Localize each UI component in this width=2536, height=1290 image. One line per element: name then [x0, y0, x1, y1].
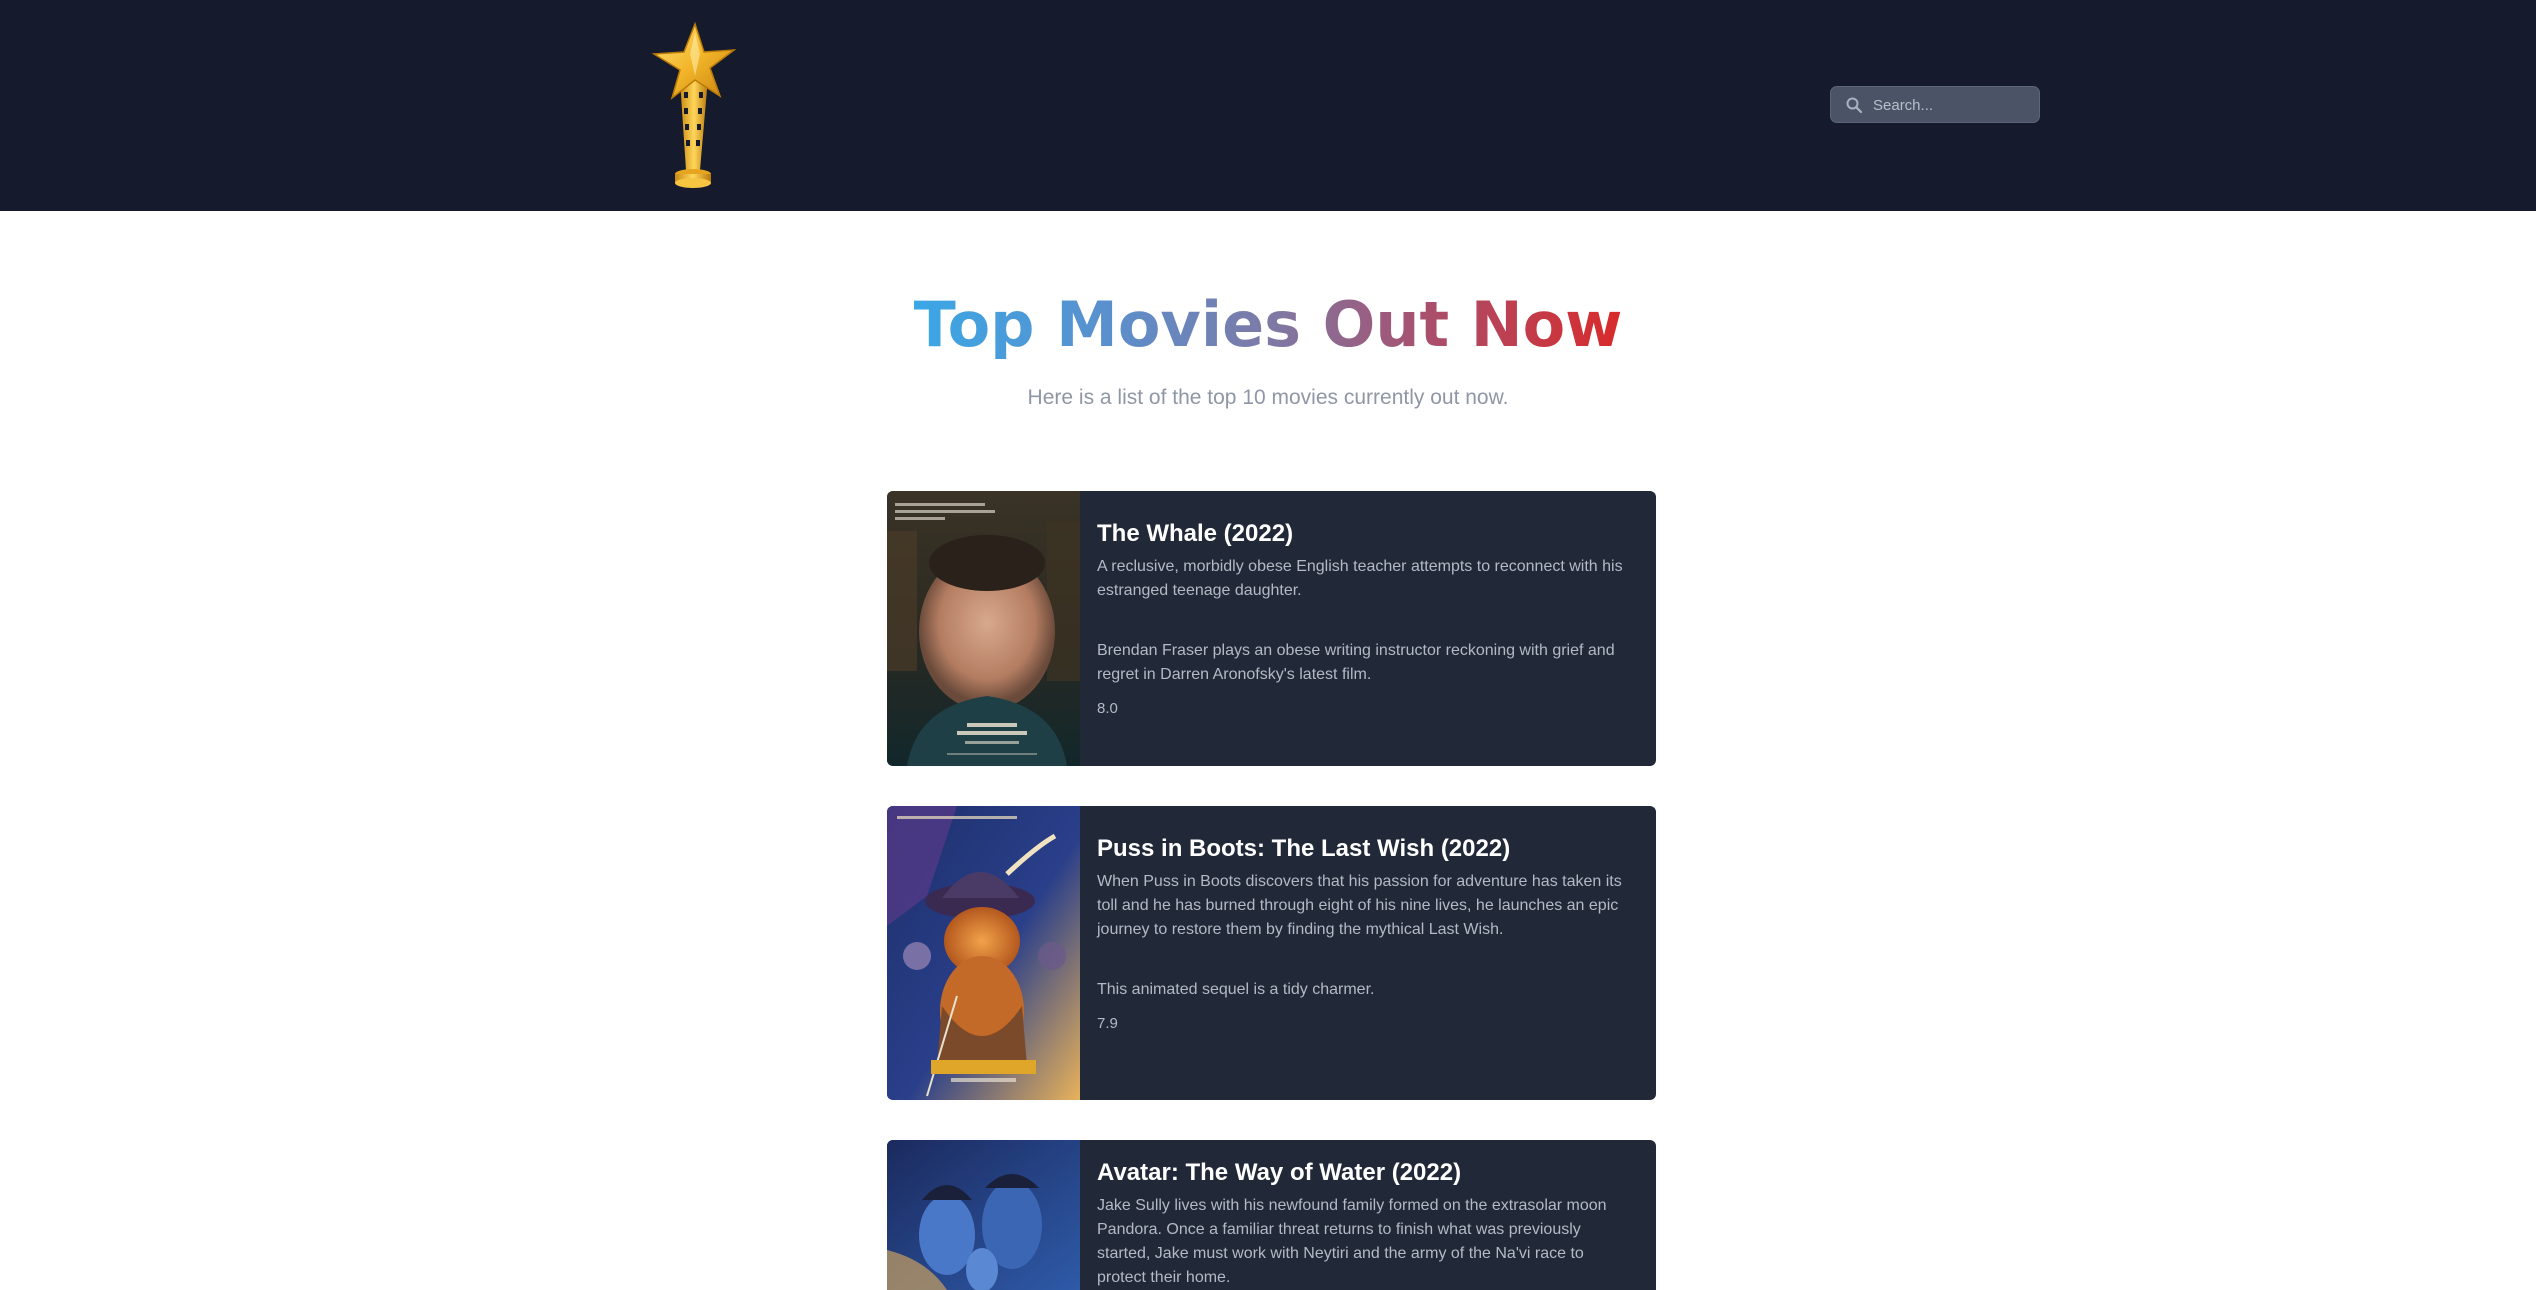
movie-card-body: The Whale (2022) A reclusive, morbidly o…: [1097, 519, 1636, 719]
movie-poster[interactable]: [887, 1140, 1080, 1290]
movie-poster[interactable]: [887, 491, 1080, 766]
star-trophy-logo[interactable]: [640, 20, 750, 192]
movie-rating: 7.9: [1097, 1015, 1118, 1032]
movie-card-body: Avatar: The Way of Water (2022) Jake Sul…: [1097, 1158, 1636, 1290]
movie-card-body: Puss in Boots: The Last Wish (2022) When…: [1097, 834, 1636, 1034]
movie-overview: A reclusive, morbidly obese English teac…: [1097, 558, 1623, 599]
movie-review: Brendan Fraser plays an obese writing in…: [1097, 642, 1615, 683]
movie-card[interactable]: Puss in Boots: The Last Wish (2022) When…: [887, 806, 1656, 1100]
movie-title[interactable]: Puss in Boots: The Last Wish (2022): [1097, 834, 1636, 864]
movie-card[interactable]: Avatar: The Way of Water (2022) Jake Sul…: [887, 1140, 1656, 1290]
movie-poster[interactable]: [887, 806, 1080, 1100]
movie-review: This animated sequel is a tidy charmer.: [1097, 981, 1375, 998]
movie-title[interactable]: Avatar: The Way of Water (2022): [1097, 1158, 1636, 1188]
top-navbar: [0, 0, 2536, 211]
search-input[interactable]: [1871, 87, 2035, 124]
page-title-text: Top Movies Out Now: [913, 288, 1623, 361]
movie-card[interactable]: The Whale (2022) A reclusive, morbidly o…: [887, 491, 1656, 766]
search-icon: [1846, 97, 1863, 114]
movie-overview: When Puss in Boots discovers that his pa…: [1097, 873, 1622, 938]
search-box[interactable]: [1830, 86, 2040, 124]
page-title: Top Movies Out Now: [0, 285, 2536, 365]
page-subtitle: Here is a list of the top 10 movies curr…: [1027, 386, 1509, 409]
movie-overview: Jake Sully lives with his newfound famil…: [1097, 1197, 1607, 1286]
movie-rating: 8.0: [1097, 700, 1118, 717]
movie-title[interactable]: The Whale (2022): [1097, 519, 1636, 549]
